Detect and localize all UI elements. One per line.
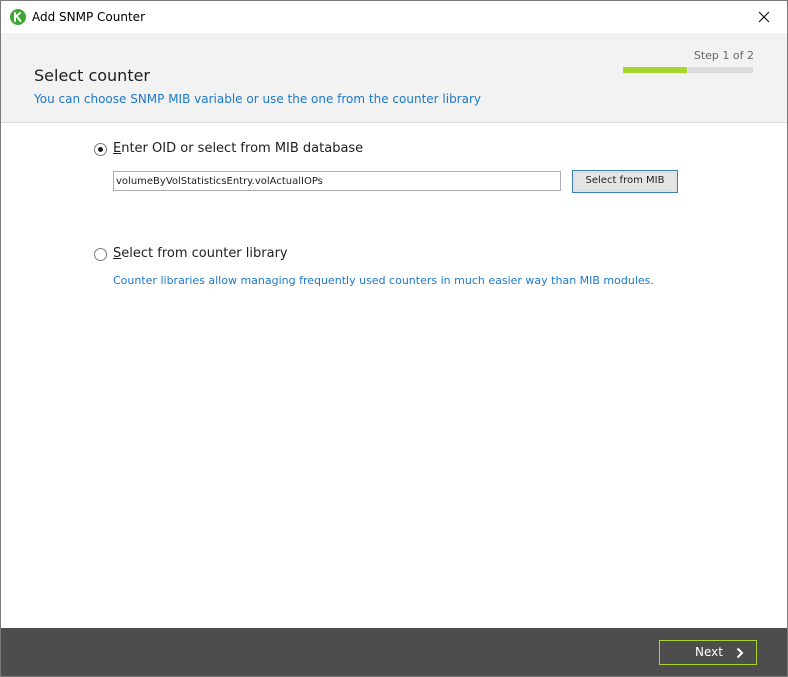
chevron-right-icon [736,647,744,659]
radio-selected-dot [98,147,103,152]
wizard-footer: Next [1,628,787,676]
app-logo-icon [10,9,26,25]
button-focus-border [574,172,676,191]
step-indicator-text: Step 1 of 2 [693,49,754,62]
step-progress-bar [623,67,753,73]
oid-option-label-text: nter OID or select from MIB database [121,141,364,156]
next-button[interactable]: Next [659,640,757,665]
step-segment-completed [623,67,687,73]
wizard-header: Step 1 of 2 Select counter You can choos… [1,33,787,123]
library-option-radio[interactable] [94,248,107,261]
step-segment-remaining [688,67,753,73]
oid-option-radio[interactable] [94,143,107,156]
select-from-mib-button[interactable]: Select from MIB [572,170,678,193]
oid-input[interactable] [113,171,561,191]
oid-option-mnemonic: E [113,141,122,156]
oid-option-label[interactable]: Enter OID or select from MIB database [113,141,363,156]
dialog-window: Add SNMP Counter Step 1 of 2 Select coun… [0,0,788,677]
page-subtitle: You can choose SNMP MIB variable or use … [34,92,482,106]
close-button[interactable] [741,1,787,33]
wizard-content: Enter OID or select from MIB database Se… [1,123,787,628]
close-icon [758,11,770,23]
page-title: Select counter [34,66,151,85]
library-option-label[interactable]: Select from counter library [113,246,288,261]
next-button-label: Next [695,645,723,659]
library-option-label-text: elect from counter library [121,246,288,261]
library-description: Counter libraries allow managing frequen… [113,274,654,287]
window-title: Add SNMP Counter [32,10,145,24]
title-bar: Add SNMP Counter [1,1,787,33]
